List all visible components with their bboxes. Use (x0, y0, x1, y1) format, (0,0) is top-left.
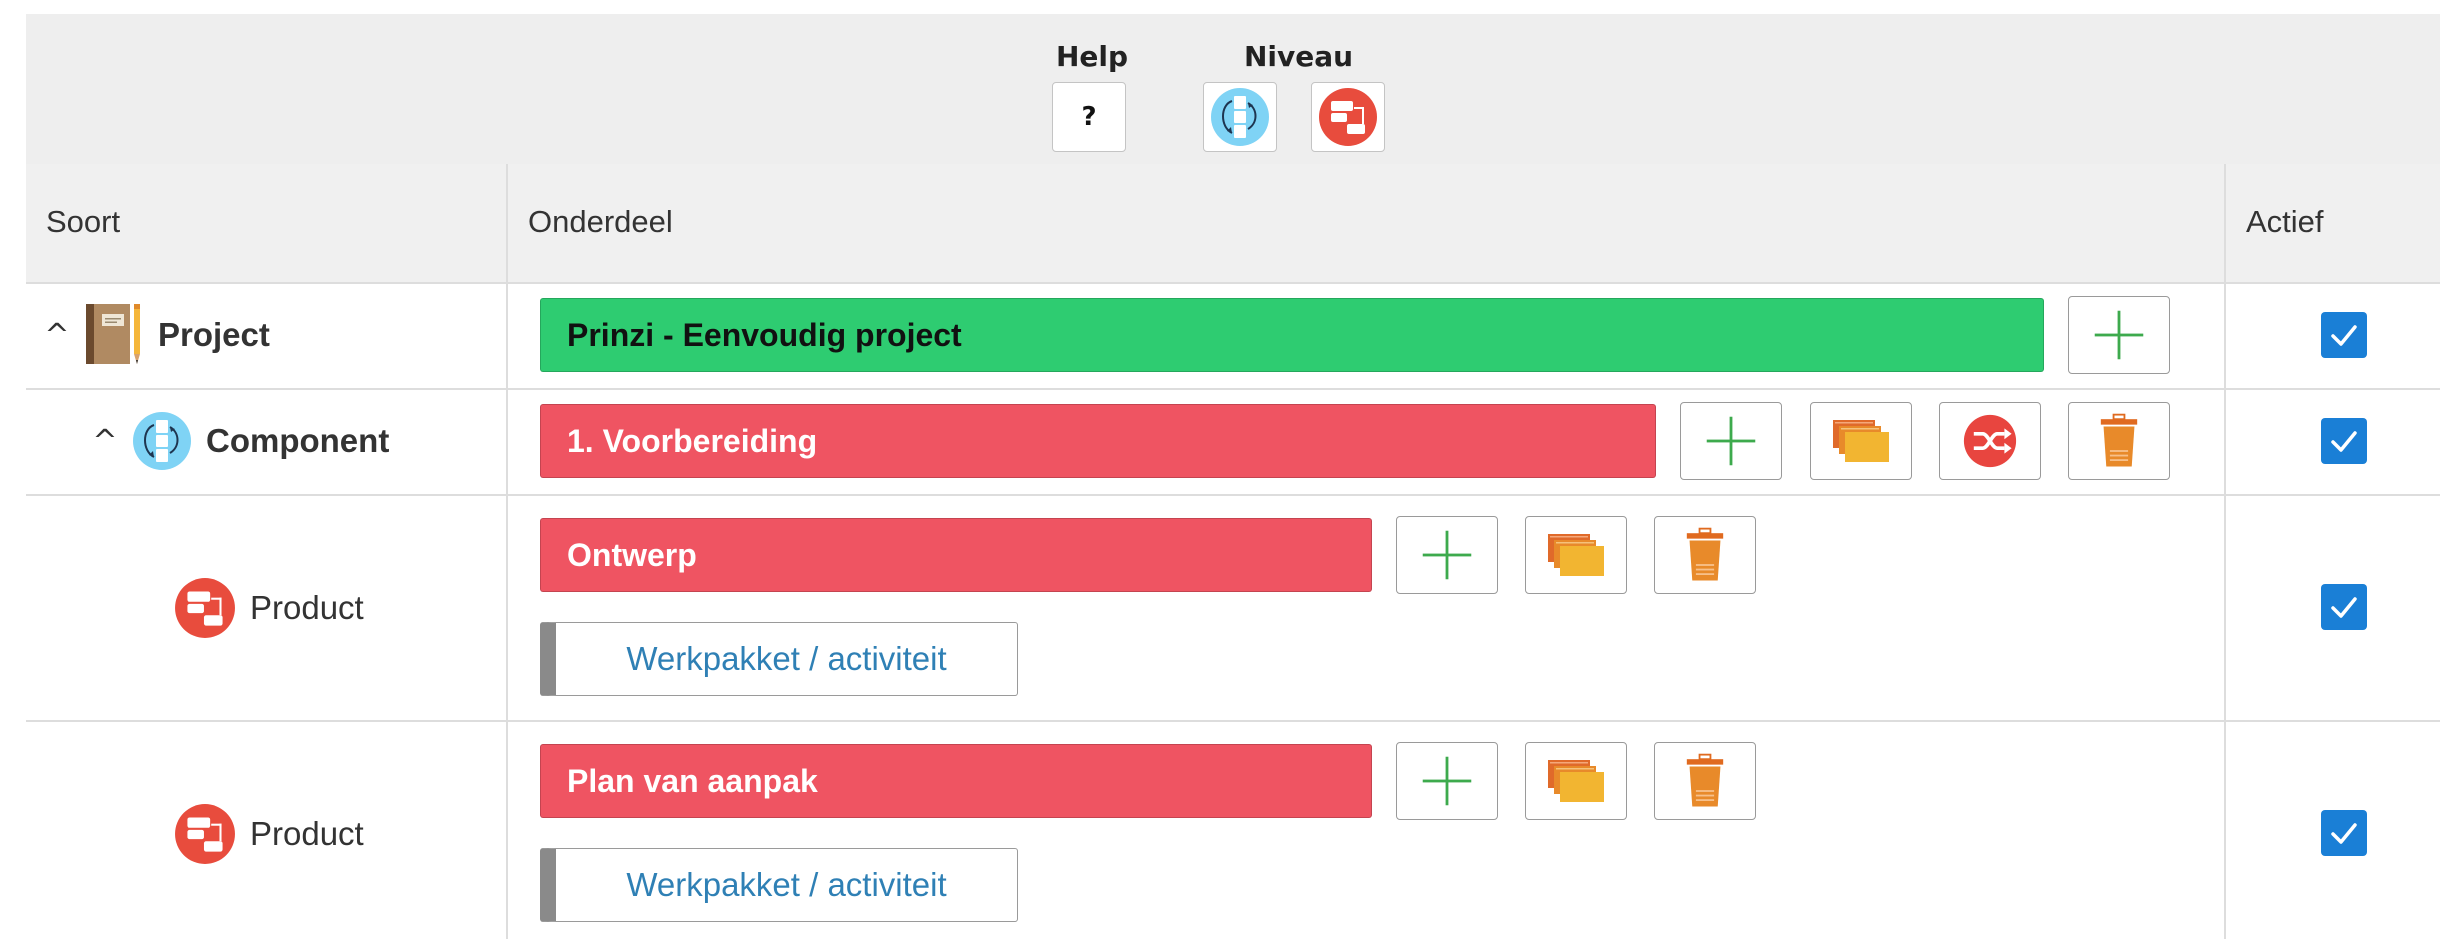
copy-button[interactable] (1525, 742, 1627, 820)
toolbar: Help ? Niveau (26, 14, 2440, 166)
row-type-cell: Product (174, 576, 364, 640)
column-divider (506, 164, 508, 939)
tree-table: Soort Onderdeel Actief ^ Project Prinzi … (26, 164, 2440, 939)
product-name-bar[interactable]: Plan van aanpak (540, 744, 1372, 818)
active-checkbox[interactable] (2321, 584, 2367, 630)
copy-icon (1831, 418, 1891, 464)
trash-icon (1685, 753, 1725, 809)
row-type-label: Product (250, 589, 364, 626)
help-label: Help (1056, 40, 1129, 73)
trash-icon (1685, 527, 1725, 583)
niveau-component-button[interactable] (1203, 82, 1277, 152)
header-soort: Soort (46, 204, 121, 239)
add-workpackage-button[interactable]: Werkpakket / activiteit (540, 622, 1018, 696)
row-divider (26, 282, 2440, 284)
copy-icon (1546, 758, 1606, 804)
add-button[interactable] (1396, 516, 1498, 594)
component-name-bar[interactable]: 1. Voorbereiding (540, 404, 1656, 478)
chevron-up-icon[interactable]: ^ (90, 424, 120, 459)
delete-button[interactable] (1654, 516, 1756, 594)
notebook-icon (84, 302, 144, 368)
component-icon (132, 411, 192, 471)
product-name-bar[interactable]: Ontwerp (540, 518, 1372, 592)
table-header: Soort Onderdeel Actief (26, 164, 2440, 282)
check-icon (2324, 813, 2364, 853)
help-button[interactable]: ? (1052, 82, 1126, 152)
active-checkbox[interactable] (2321, 312, 2367, 358)
check-icon (2324, 315, 2364, 355)
product-icon (174, 803, 236, 865)
component-level-icon (1210, 87, 1270, 147)
convert-button[interactable] (1939, 402, 2041, 480)
active-checkbox[interactable] (2321, 810, 2367, 856)
product-icon (174, 577, 236, 639)
add-button[interactable] (1396, 742, 1498, 820)
trash-icon (2099, 413, 2139, 469)
row-divider (26, 388, 2440, 390)
plus-icon (2091, 307, 2147, 363)
copy-button[interactable] (1525, 516, 1627, 594)
project-name-bar[interactable]: Prinzi - Eenvoudig project (540, 298, 2044, 372)
add-workpackage-button[interactable]: Werkpakket / activiteit (540, 848, 1018, 922)
column-divider (2224, 164, 2226, 939)
row-type-cell: ^ Project (42, 302, 270, 368)
header-onderdeel: Onderdeel (528, 204, 673, 239)
copy-button[interactable] (1810, 402, 1912, 480)
active-checkbox[interactable] (2321, 418, 2367, 464)
row-type-label: Component (206, 422, 390, 459)
add-button[interactable] (1680, 402, 1782, 480)
delete-button[interactable] (2068, 402, 2170, 480)
plus-icon (1703, 413, 1759, 469)
header-actief: Actief (2246, 204, 2324, 239)
chevron-up-icon[interactable]: ^ (42, 318, 72, 353)
row-type-label: Project (158, 316, 270, 353)
plus-icon (1419, 753, 1475, 809)
delete-button[interactable] (1654, 742, 1756, 820)
copy-icon (1546, 532, 1606, 578)
plus-icon (1419, 527, 1475, 583)
help-button-text: ? (1081, 102, 1097, 132)
row-type-cell: ^ Component (90, 408, 389, 474)
niveau-product-button[interactable] (1311, 82, 1385, 152)
row-divider (26, 494, 2440, 496)
row-type-label: Product (250, 815, 364, 852)
row-type-cell: Product (174, 802, 364, 866)
shuffle-icon (1963, 414, 2017, 468)
row-divider (26, 720, 2440, 722)
niveau-label: Niveau (1244, 40, 1354, 73)
add-button[interactable] (2068, 296, 2170, 374)
product-level-icon (1318, 87, 1378, 147)
check-icon (2324, 421, 2364, 461)
check-icon (2324, 587, 2364, 627)
